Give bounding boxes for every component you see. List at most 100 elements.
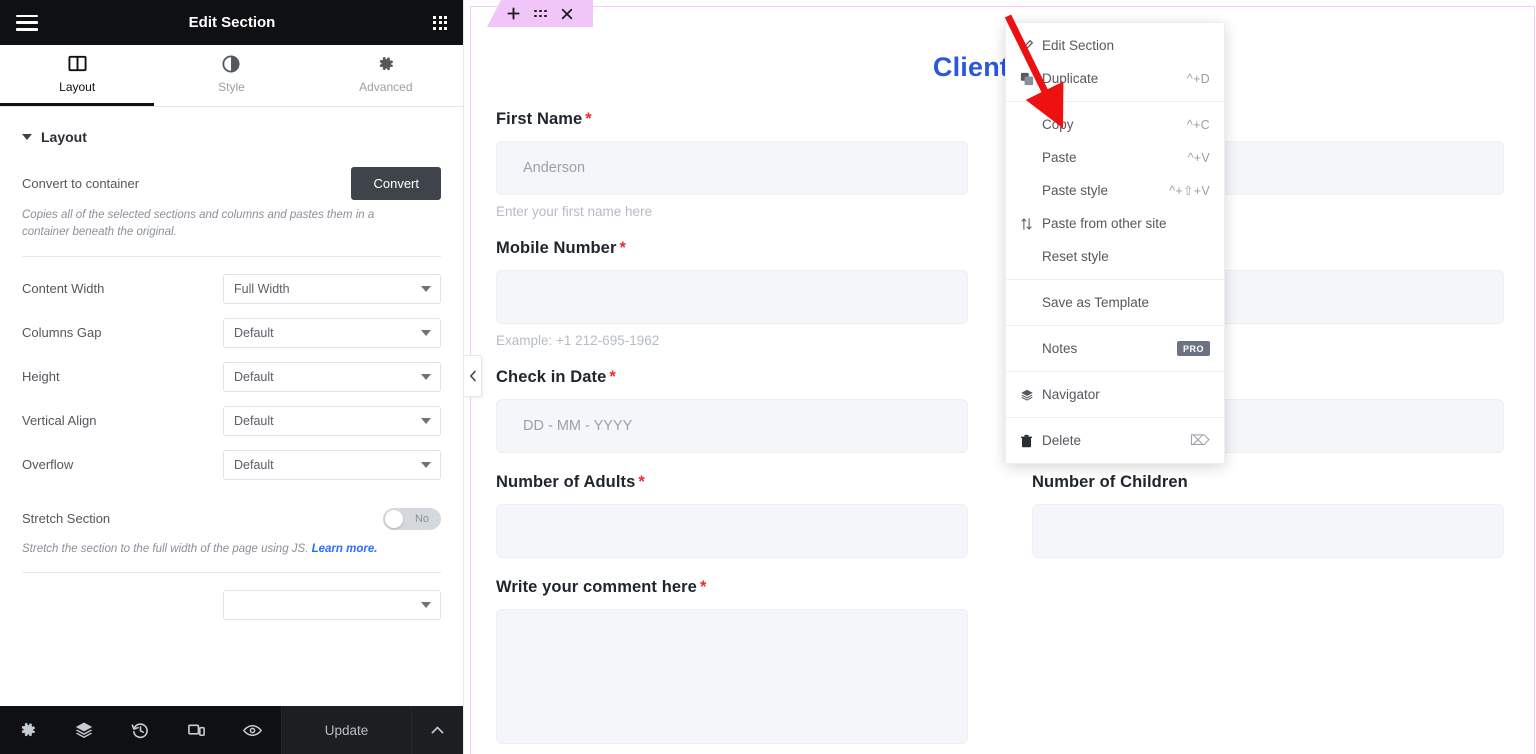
height-label: Height <box>22 369 60 384</box>
context-menu-group: Edit Section Duplicate ^+D <box>1006 23 1224 102</box>
menu-label: Notes <box>1042 341 1078 356</box>
columns-gap-label: Columns Gap <box>22 325 102 340</box>
menu-item-duplicate[interactable]: Duplicate ^+D <box>1006 62 1224 95</box>
menu-label: Edit Section <box>1042 38 1115 53</box>
hamburger-icon[interactable] <box>16 14 38 31</box>
menu-item-copy[interactable]: Copy ^+C <box>1006 108 1224 141</box>
tab-style[interactable]: Style <box>154 45 308 106</box>
context-menu-group: Notes PRO <box>1006 326 1224 372</box>
overflow-value: Default <box>234 457 274 472</box>
menu-item-notes[interactable]: Notes PRO <box>1006 332 1224 365</box>
menu-item-navigator[interactable]: Navigator <box>1006 378 1224 411</box>
responsive-icon[interactable] <box>169 706 225 754</box>
chevron-down-icon <box>421 285 431 292</box>
height-select[interactable]: Default <box>223 361 441 392</box>
layout-section-title: Layout <box>41 129 87 145</box>
convert-help-text: Copies all of the selected sections and … <box>22 209 375 239</box>
vertical-align-value: Default <box>234 413 274 428</box>
grid-icon[interactable] <box>433 15 447 30</box>
first-name-input[interactable] <box>496 141 968 195</box>
chevron-down-icon <box>22 134 32 140</box>
first-name-help: Enter your first name here <box>496 204 653 219</box>
number-of-adults-label-text: Number of Adults <box>496 473 636 491</box>
control-stretch-section: Stretch Section No <box>22 499 441 539</box>
content-width-select[interactable]: Full Width <box>223 273 441 304</box>
menu-label: Paste from other site <box>1042 216 1167 231</box>
menu-item-reset-style[interactable]: Reset style <box>1006 240 1224 273</box>
menu-item-edit-section[interactable]: Edit Section <box>1006 29 1224 62</box>
vertical-align-label: Vertical Align <box>22 413 97 428</box>
menu-item-paste[interactable]: Paste ^+V <box>1006 141 1224 174</box>
panel-header: Edit Section <box>0 0 463 45</box>
collapse-panel-button[interactable] <box>464 355 482 397</box>
chevron-down-icon <box>421 417 431 424</box>
stretch-section-toggle[interactable]: No <box>383 507 441 530</box>
editor-canvas: Client Info First Name* Enter your first… <box>464 0 1536 754</box>
mobile-number-label-text: Mobile Number <box>496 239 617 257</box>
divider <box>22 255 441 257</box>
required-asterisk: * <box>638 473 645 491</box>
mobile-number-input[interactable] <box>496 270 968 324</box>
check-in-date-input[interactable] <box>496 399 968 453</box>
required-asterisk: * <box>585 110 592 128</box>
number-of-children-input[interactable] <box>1032 504 1504 558</box>
tab-layout[interactable]: Layout <box>0 45 155 106</box>
menu-item-paste-from-other-site[interactable]: Paste from other site <box>1006 207 1224 240</box>
control-overflow: Overflow Default <box>22 445 441 485</box>
vertical-align-select[interactable]: Default <box>223 405 441 436</box>
stretch-help-copy: Stretch the section to the full width of… <box>22 542 312 555</box>
learn-more-link[interactable]: Learn more. <box>312 543 378 555</box>
close-icon[interactable] <box>561 8 573 20</box>
plus-icon[interactable] <box>507 7 520 20</box>
columns-gap-value: Default <box>234 325 274 340</box>
history-icon[interactable] <box>112 706 168 754</box>
layers-icon[interactable] <box>56 706 112 754</box>
number-of-adults-input[interactable] <box>496 504 968 558</box>
settings-gear-icon[interactable] <box>0 706 56 754</box>
chevron-down-icon <box>421 329 431 336</box>
control-height: Height Default <box>22 357 441 397</box>
form-column-left: First Name* Enter your first name here M… <box>464 110 1000 754</box>
stretch-section-value: No <box>414 512 430 525</box>
preview-eye-icon[interactable] <box>225 706 281 754</box>
menu-label: Duplicate <box>1042 71 1099 86</box>
updown-arrows-icon <box>1020 217 1042 231</box>
menu-label: Navigator <box>1042 387 1100 402</box>
half-circle-icon <box>222 54 241 73</box>
tab-advanced[interactable]: Advanced <box>309 45 463 106</box>
required-asterisk: * <box>699 578 707 596</box>
menu-item-delete[interactable]: Delete ⌦ <box>1006 424 1224 457</box>
mobile-number-help: Example: +1 212-695-1962 <box>496 333 660 348</box>
next-control-select[interactable] <box>223 589 441 620</box>
number-of-children-label: Number of Children <box>1032 473 1188 491</box>
control-content-width: Content Width Full Width <box>22 269 441 309</box>
panel-footer: Update <box>0 706 463 754</box>
field-number-of-children: Number of Children <box>1032 473 1504 558</box>
panel-body: Layout Convert to container Convert Copi… <box>0 107 463 706</box>
first-name-label-text: First Name <box>496 110 583 128</box>
pencil-icon <box>1020 39 1042 53</box>
menu-label: Paste style <box>1042 183 1109 198</box>
context-menu-group: Save as Template <box>1006 280 1224 326</box>
comment-textarea[interactable] <box>496 609 968 744</box>
convert-button[interactable]: Convert <box>351 166 441 200</box>
columns-gap-select[interactable]: Default <box>223 317 441 348</box>
stretch-section-label: Stretch Section <box>22 511 111 526</box>
overflow-select[interactable]: Default <box>223 449 441 480</box>
context-menu-group: Navigator <box>1006 372 1224 418</box>
chevron-up-icon[interactable] <box>411 706 463 754</box>
update-button[interactable]: Update <box>281 706 411 754</box>
menu-shortcut: ⌦ <box>1189 432 1210 448</box>
menu-item-save-as-template[interactable]: Save as Template <box>1006 286 1224 319</box>
chevron-left-icon <box>469 370 476 382</box>
chevron-down-icon <box>421 373 431 380</box>
height-value: Default <box>234 369 274 384</box>
pro-badge: PRO <box>1176 341 1210 356</box>
six-dots-icon[interactable] <box>534 9 547 18</box>
layout-section-header[interactable]: Layout <box>22 107 441 163</box>
mobile-number-label: Mobile Number * <box>496 239 968 258</box>
trash-icon <box>1020 434 1042 448</box>
panel-tabs: Layout Style Advanced <box>0 45 463 107</box>
menu-item-paste-style[interactable]: Paste style ^+⇧+V <box>1006 174 1224 207</box>
elementor-panel: Edit Section Layout Style Advanced Layou… <box>0 0 464 754</box>
